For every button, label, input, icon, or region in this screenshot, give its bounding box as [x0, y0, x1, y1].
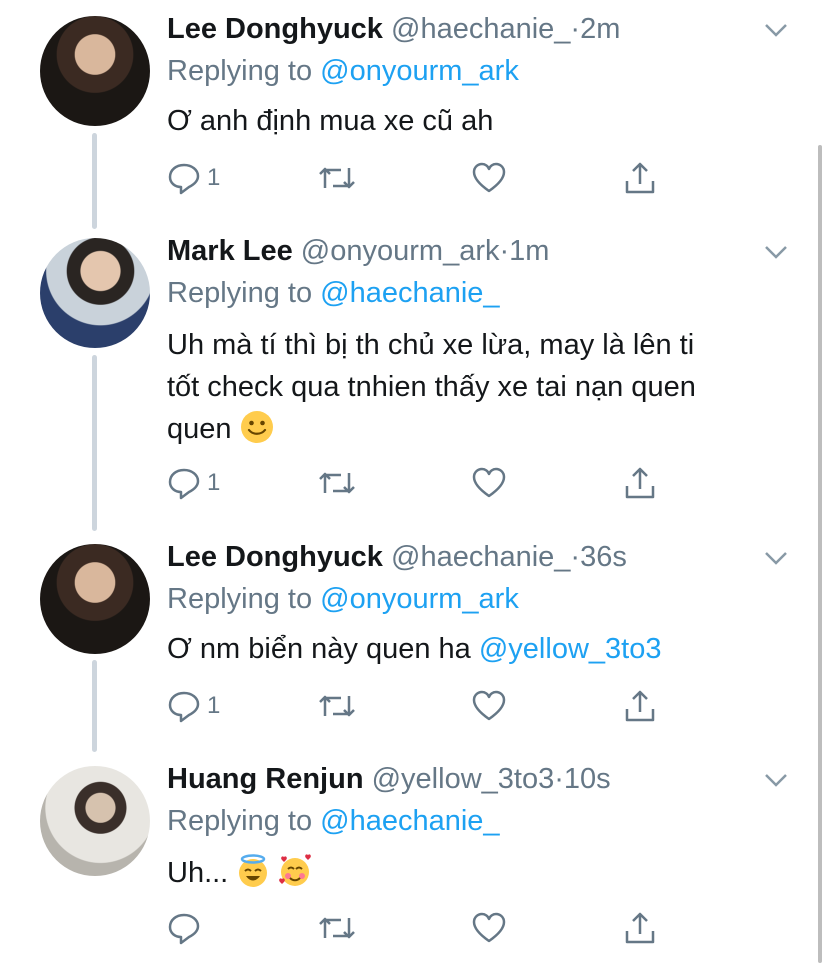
share-button[interactable]: [623, 465, 657, 501]
separator: ·: [499, 235, 510, 267]
separator: ·: [554, 763, 564, 795]
share-icon: [625, 162, 655, 194]
retweet-icon: [319, 167, 355, 189]
tweet-text-line: quen: [167, 413, 232, 445]
like-button[interactable]: [472, 465, 506, 501]
share-icon: [625, 467, 655, 499]
like-icon: [472, 467, 506, 498]
separator: ·: [570, 541, 581, 573]
chevron-down-icon[interactable]: [762, 242, 790, 262]
retweet-icon: [319, 695, 355, 717]
tweet-text: Ơ nm biển này quen ha @yellow_3to3: [167, 628, 787, 670]
reply-icon: [168, 691, 200, 723]
tweet[interactable]: Mark Lee @onyourm_ark·1m Replying to @ha…: [0, 222, 828, 530]
text-mention-link[interactable]: @yellow_3to3: [479, 633, 662, 665]
replying-to: Replying to @onyourm_ark: [167, 582, 519, 616]
share-button[interactable]: [623, 160, 657, 196]
reply-mention-link[interactable]: @onyourm_ark: [320, 583, 519, 615]
chevron-down-icon[interactable]: [762, 770, 790, 790]
tweet-text-line: Ơ anh định mua xe cũ ah: [167, 105, 494, 137]
smiling-face-with-hearts-emoji: [279, 854, 312, 886]
timestamp[interactable]: 2m: [580, 13, 620, 45]
retweet-button[interactable]: [317, 160, 357, 196]
share-icon: [625, 912, 655, 944]
separator: ·: [570, 13, 581, 45]
like-icon: [472, 690, 506, 721]
smiling-face-with-halo-emoji: [239, 854, 268, 887]
reply-mention-link[interactable]: @haechanie_: [320, 277, 499, 309]
share-button[interactable]: [623, 910, 657, 946]
tweet-text: Uh mà tí thì bị th chủ xe lừa, may là lê…: [167, 324, 787, 450]
replying-to: Replying to @haechanie_: [167, 276, 500, 310]
tweet-text-line: tốt check qua tnhien thấy xe tai nạn que…: [167, 371, 696, 403]
user-handle[interactable]: @haechanie_: [391, 13, 570, 45]
tweet-actions: [167, 910, 687, 946]
like-button[interactable]: [472, 910, 506, 946]
chevron-down-icon[interactable]: [762, 20, 790, 40]
slightly-smiling-face-emoji: [240, 411, 273, 443]
tweet-header: Mark Lee @onyourm_ark·1m: [167, 234, 549, 268]
user-handle[interactable]: @onyourm_ark: [301, 235, 500, 267]
tweet-header: Lee Donghyuck @haechanie_·36s: [167, 540, 627, 574]
retweet-icon: [319, 472, 355, 494]
reply-button[interactable]: 1: [167, 688, 220, 724]
replying-to-label: Replying to: [167, 277, 313, 309]
user-handle[interactable]: @yellow_3to3: [372, 763, 555, 795]
reply-mention-link[interactable]: @onyourm_ark: [320, 55, 519, 87]
chevron-down-icon[interactable]: [762, 548, 790, 568]
timestamp[interactable]: 1m: [509, 235, 549, 267]
avatar[interactable]: [40, 16, 150, 126]
reply-button[interactable]: 1: [167, 465, 220, 501]
retweet-icon: [319, 917, 355, 939]
tweet-text: Uh...: [167, 852, 787, 894]
reply-icon: [168, 913, 200, 945]
timestamp[interactable]: 36s: [580, 541, 627, 573]
reply-icon: [168, 468, 200, 500]
replying-to: Replying to @haechanie_: [167, 804, 500, 838]
tweet-actions: 1: [167, 688, 687, 724]
like-button[interactable]: [472, 160, 506, 196]
tweet-text-line: Uh mà tí thì bị th chủ xe lừa, may là lê…: [167, 329, 695, 361]
tweet[interactable]: Lee Donghyuck @haechanie_·2m Replying to…: [0, 0, 828, 220]
tweet-text-line: Ơ nm biển này quen ha: [167, 633, 471, 665]
replying-to-label: Replying to: [167, 583, 313, 615]
reply-button[interactable]: 1: [167, 160, 220, 196]
reply-count: 1: [207, 164, 221, 191]
tweet-text: Ơ anh định mua xe cũ ah: [167, 100, 787, 142]
share-icon: [625, 690, 655, 722]
display-name[interactable]: Lee Donghyuck: [167, 541, 383, 573]
display-name[interactable]: Mark Lee: [167, 235, 293, 267]
reply-mention-link[interactable]: @haechanie_: [320, 805, 499, 837]
timestamp[interactable]: 10s: [564, 763, 611, 795]
avatar[interactable]: [40, 238, 150, 348]
avatar[interactable]: [40, 766, 150, 876]
tweet-actions: 1: [167, 160, 687, 196]
like-icon: [472, 912, 506, 943]
avatar[interactable]: [40, 544, 150, 654]
replying-to-label: Replying to: [167, 805, 313, 837]
user-handle[interactable]: @haechanie_: [391, 541, 570, 573]
display-name[interactable]: Lee Donghyuck: [167, 13, 383, 45]
display-name[interactable]: Huang Renjun: [167, 763, 364, 795]
reply-count: 1: [207, 469, 221, 496]
tweet-header: Lee Donghyuck @haechanie_·2m: [167, 12, 620, 46]
tweet-text-line: Uh...: [167, 857, 229, 889]
tweet-actions: 1: [167, 465, 687, 501]
share-button[interactable]: [623, 688, 657, 724]
retweet-button[interactable]: [317, 910, 357, 946]
tweet-header: Huang Renjun @yellow_3to3·10s: [167, 762, 611, 796]
tweet[interactable]: Lee Donghyuck @haechanie_·36s Replying t…: [0, 528, 828, 748]
like-icon: [472, 162, 506, 193]
replying-to: Replying to @onyourm_ark: [167, 54, 519, 88]
reply-icon: [168, 163, 200, 195]
reply-button[interactable]: [167, 910, 207, 946]
retweet-button[interactable]: [317, 688, 357, 724]
tweet[interactable]: Huang Renjun @yellow_3to3·10s Replying t…: [0, 750, 828, 963]
like-button[interactable]: [472, 688, 506, 724]
replying-to-label: Replying to: [167, 55, 313, 87]
retweet-button[interactable]: [317, 465, 357, 501]
reply-count: 1: [207, 692, 221, 719]
